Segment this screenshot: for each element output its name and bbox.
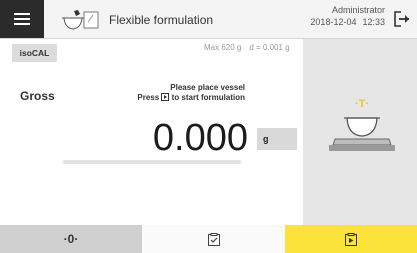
top-bar: Flexible formulation Administrator 2018-… <box>0 0 417 39</box>
start-formulation-button[interactable] <box>285 225 417 253</box>
zero-button[interactable]: ·0· <box>0 225 142 253</box>
time: 12:33 <box>362 17 385 27</box>
isocal-button[interactable]: isoCAL <box>12 44 57 62</box>
hamburger-icon <box>14 13 30 25</box>
readability: d = 0.001 g <box>249 43 290 52</box>
date-time: 2018-12-04 12:33 <box>304 16 385 28</box>
bottom-action-bar: ·0· <box>0 225 417 253</box>
instruction-line-1: Please place vessel <box>170 83 245 92</box>
start-formulation-icon <box>161 93 170 101</box>
start-formulation-icon <box>345 232 357 246</box>
balance-status-panel: ·T· <box>303 39 417 225</box>
weight-readout: 0.000 <box>152 117 248 159</box>
logout-icon[interactable] <box>393 10 411 28</box>
checklist-icon <box>207 232 220 246</box>
checklist-button[interactable] <box>142 225 285 253</box>
date: 2018-12-04 <box>310 17 357 27</box>
instruction-text: Please place vessel Press to start formu… <box>137 83 245 103</box>
menu-button[interactable] <box>0 0 44 38</box>
user-name: Administrator <box>331 5 385 15</box>
balance-with-vessel-icon: ·T· <box>329 98 395 151</box>
weight-mode-label: Gross <box>20 89 55 103</box>
instruction-line-2: Press to start formulation <box>137 93 245 102</box>
balance-range-info: Max 620 g d = 0.001 g <box>204 43 290 52</box>
weighing-area: isoCAL Max 620 g d = 0.001 g Gross Please… <box>0 39 303 225</box>
progress-bar <box>63 160 241 164</box>
formulation-app-icon <box>62 10 99 30</box>
user-info: Administrator 2018-12-04 12:33 <box>304 4 385 28</box>
unit-button[interactable]: g <box>257 128 297 150</box>
max-capacity: Max 620 g <box>204 43 242 52</box>
tare-indicator: ·T· <box>355 98 369 110</box>
app-title: Flexible formulation <box>109 13 214 27</box>
